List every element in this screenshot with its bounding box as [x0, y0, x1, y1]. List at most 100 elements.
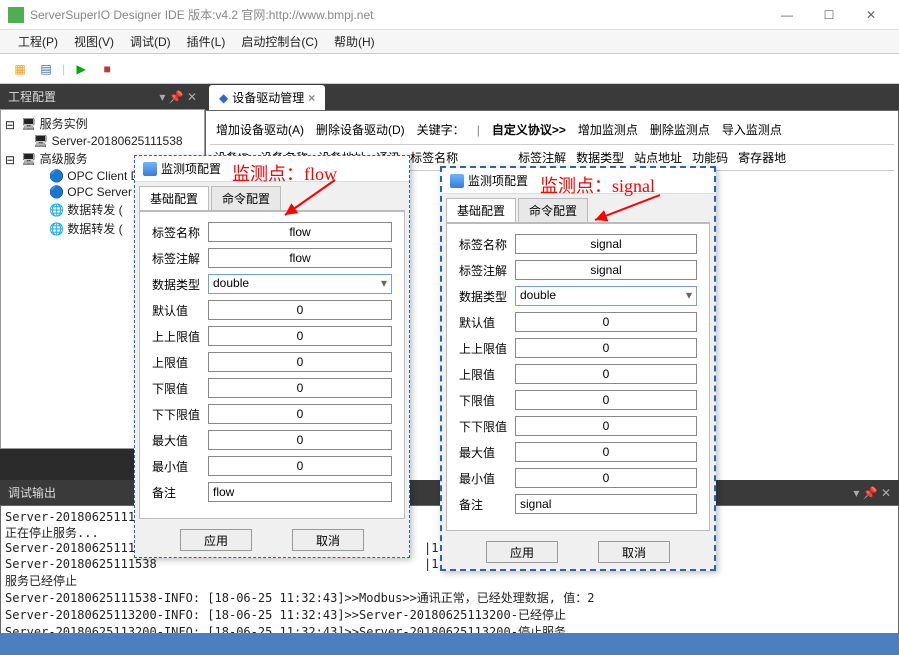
- input-l[interactable]: [515, 390, 697, 410]
- input-hh[interactable]: [208, 326, 392, 346]
- doc-toolbar: 增加设备驱动(A) 删除设备驱动(D) 关键字： | 自定义协议>> 增加监测点…: [210, 115, 894, 145]
- toolbar-run-icon[interactable]: ▶: [71, 59, 91, 79]
- lbl-hh: 上上限值: [152, 328, 208, 345]
- btn-del-monitor[interactable]: 删除监测点: [648, 119, 712, 140]
- tab-device-driver[interactable]: ◆ 设备驱动管理 ×: [209, 85, 325, 110]
- lbl-ll: 下下限值: [152, 406, 208, 423]
- minimize-button[interactable]: —: [767, 3, 807, 27]
- menubar: 工程(P) 视图(V) 调试(D) 插件(L) 启动控制台(C) 帮助(H): [0, 30, 899, 54]
- btn-add-monitor[interactable]: 增加监测点: [576, 119, 640, 140]
- lbl-datatype: 数据类型: [459, 288, 515, 305]
- input-tagname[interactable]: [515, 234, 697, 254]
- select-datatype[interactable]: double: [208, 274, 392, 294]
- lbl-ll: 下下限值: [459, 418, 515, 435]
- annotation-signal: 监测点：signal: [540, 172, 655, 198]
- lbl-h: 上限值: [152, 354, 208, 371]
- btn-cancel[interactable]: 取消: [598, 541, 670, 563]
- menu-debug[interactable]: 调试(D): [122, 33, 179, 50]
- col-reg[interactable]: 寄存器地: [738, 149, 786, 166]
- lbl-min: 最小值: [152, 458, 208, 475]
- menu-plugin[interactable]: 插件(L): [179, 33, 234, 50]
- lbl-h: 上限值: [459, 366, 515, 383]
- input-remark[interactable]: [208, 482, 392, 502]
- lbl-remark: 备注: [152, 484, 208, 501]
- tree-opc-server[interactable]: OPC Server D: [67, 185, 144, 199]
- tree-server[interactable]: Server-20180625111538: [52, 134, 183, 148]
- input-min[interactable]: [515, 468, 697, 488]
- lbl-tagcomment: 标签注解: [152, 250, 208, 267]
- monitor-config-dialog-signal[interactable]: 监测项配置 基础配置 命令配置 标签名称 标签注解 数据类型double 默认值…: [440, 166, 716, 571]
- input-ll[interactable]: [208, 404, 392, 424]
- menu-view[interactable]: 视图(V): [66, 33, 122, 50]
- col-datatype[interactable]: 数据类型: [576, 149, 624, 166]
- toolbar-open-icon[interactable]: ▤: [36, 59, 56, 79]
- menu-project[interactable]: 工程(P): [10, 33, 66, 50]
- tab-basic[interactable]: 基础配置: [446, 198, 516, 222]
- tree-opc-client[interactable]: OPC Client D: [67, 169, 139, 183]
- debug-panel-title: 调试输出: [8, 484, 56, 501]
- lbl-tagname: 标签名称: [152, 224, 208, 241]
- tab-icon: ◆: [219, 91, 228, 105]
- btn-add-driver[interactable]: 增加设备驱动(A): [214, 119, 306, 140]
- input-default[interactable]: [208, 300, 392, 320]
- btn-del-driver[interactable]: 删除设备驱动(D): [314, 119, 407, 140]
- close-button[interactable]: ✕: [851, 3, 891, 27]
- project-panel-title: 工程配置: [8, 88, 56, 105]
- toolbar-new-icon[interactable]: ▦: [10, 59, 30, 79]
- monitor-config-dialog-flow[interactable]: 监测项配置 基础配置 命令配置 标签名称 标签注解 数据类型double 默认值…: [134, 155, 410, 558]
- tree-forward-1[interactable]: 数据转发 (: [67, 203, 122, 217]
- tree-root[interactable]: 服务实例: [40, 117, 88, 131]
- btn-apply[interactable]: 应用: [180, 529, 252, 551]
- lbl-remark: 备注: [459, 496, 515, 513]
- lbl-default: 默认值: [459, 314, 515, 331]
- dialog-title: 监测项配置: [161, 160, 221, 177]
- document-tabs: ◆ 设备驱动管理 ×: [205, 84, 899, 110]
- input-remark[interactable]: [515, 494, 697, 514]
- tab-basic[interactable]: 基础配置: [139, 186, 209, 210]
- input-max[interactable]: [515, 442, 697, 462]
- lbl-keyword: 关键字：: [415, 119, 467, 140]
- lbl-max: 最大值: [459, 444, 515, 461]
- btn-cancel[interactable]: 取消: [292, 529, 364, 551]
- btn-custom-protocol[interactable]: 自定义协议>>: [490, 119, 568, 140]
- input-min[interactable]: [208, 456, 392, 476]
- input-l[interactable]: [208, 378, 392, 398]
- tree-advanced[interactable]: 高级服务: [40, 152, 88, 166]
- app-icon: [8, 7, 24, 23]
- col-func[interactable]: 功能码: [692, 149, 728, 166]
- col-tagname[interactable]: 标签名称: [410, 149, 458, 166]
- menu-help[interactable]: 帮助(H): [326, 33, 383, 50]
- lbl-hh: 上上限值: [459, 340, 515, 357]
- select-datatype[interactable]: double: [515, 286, 697, 306]
- toolbar-stop-icon[interactable]: ■: [97, 59, 117, 79]
- panel-controls[interactable]: ▾ 📌 ✕: [159, 90, 197, 104]
- lbl-l: 下限值: [459, 392, 515, 409]
- titlebar: ServerSuperIO Designer IDE 版本:v4.2 官网:ht…: [0, 0, 899, 30]
- dialog-icon: [450, 174, 464, 188]
- project-panel-header: 工程配置 ▾ 📌 ✕: [0, 84, 205, 109]
- lbl-default: 默认值: [152, 302, 208, 319]
- input-hh[interactable]: [515, 338, 697, 358]
- lbl-tagcomment: 标签注解: [459, 262, 515, 279]
- input-tagcomment[interactable]: [208, 248, 392, 268]
- annotation-flow: 监测点：flow: [232, 160, 337, 186]
- status-bar: [0, 633, 899, 655]
- btn-import-monitor[interactable]: 导入监测点: [720, 119, 784, 140]
- btn-apply[interactable]: 应用: [486, 541, 558, 563]
- input-max[interactable]: [208, 430, 392, 450]
- input-ll[interactable]: [515, 416, 697, 436]
- panel-controls[interactable]: ▾ 📌 ✕: [853, 486, 891, 500]
- col-tagcomment[interactable]: 标签注解: [518, 149, 566, 166]
- tree-forward-2[interactable]: 数据转发 (: [67, 222, 122, 236]
- tab-command[interactable]: 命令配置: [518, 198, 588, 222]
- tab-command[interactable]: 命令配置: [211, 186, 281, 210]
- maximize-button[interactable]: ☐: [809, 3, 849, 27]
- input-h[interactable]: [515, 364, 697, 384]
- col-siteaddr[interactable]: 站点地址: [634, 149, 682, 166]
- input-tagname[interactable]: [208, 222, 392, 242]
- input-default[interactable]: [515, 312, 697, 332]
- input-tagcomment[interactable]: [515, 260, 697, 280]
- tab-close-icon[interactable]: ×: [308, 91, 315, 105]
- menu-console[interactable]: 启动控制台(C): [233, 33, 326, 50]
- input-h[interactable]: [208, 352, 392, 372]
